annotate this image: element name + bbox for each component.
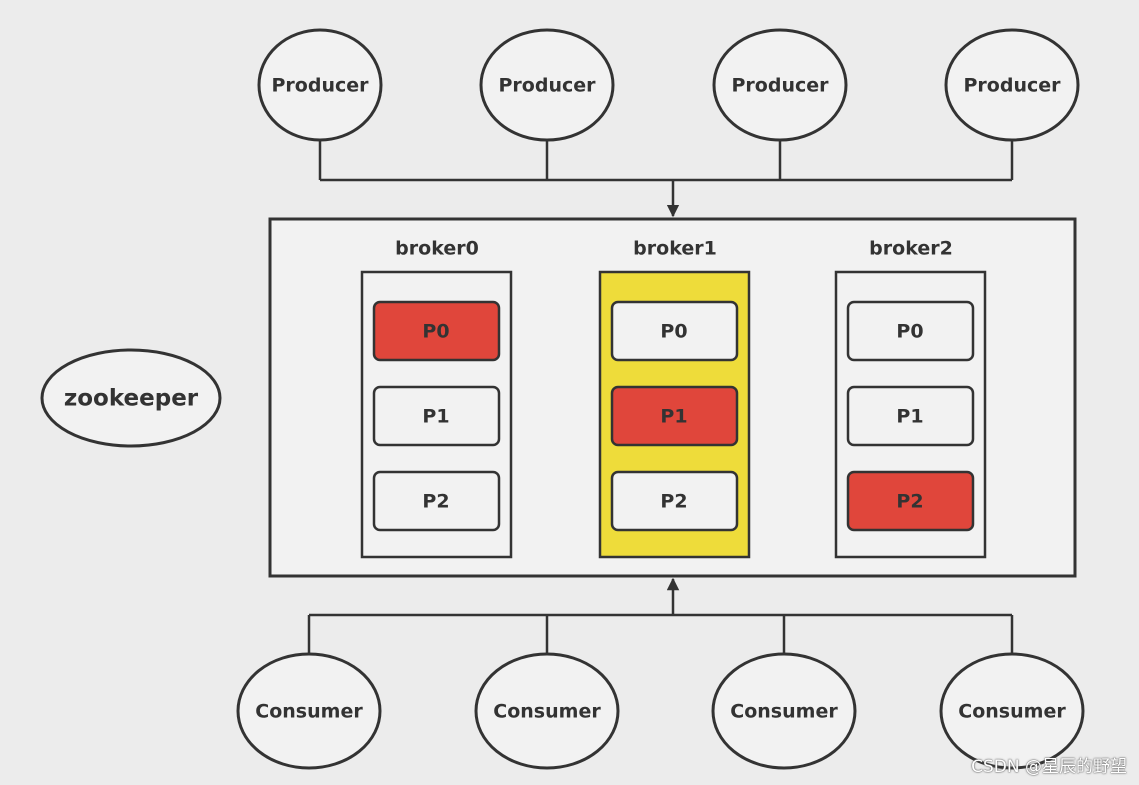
- partition-label: P0: [422, 321, 449, 343]
- svg-text:Consumer: Consumer: [493, 701, 601, 723]
- svg-text:zookeeper: zookeeper: [64, 386, 199, 412]
- partition-p0: P0: [372, 300, 501, 362]
- partition-label: P1: [660, 406, 687, 428]
- kafka-cluster-diagram: Producer Producer Producer Producer zook…: [40, 28, 1085, 770]
- broker-2: broker2 P0 P1 P2: [834, 238, 987, 559]
- partition-label: P2: [660, 491, 687, 513]
- svg-text:Producer: Producer: [272, 75, 370, 97]
- partition-p1: P1: [372, 385, 501, 447]
- partition-label: P1: [896, 406, 923, 428]
- zookeeper-node: zookeeper: [40, 348, 222, 448]
- consumer-node: Consumer: [711, 652, 857, 770]
- consumer-node: Consumer: [939, 652, 1085, 770]
- producer-connectors: [318, 140, 1014, 218]
- svg-text:Consumer: Consumer: [958, 701, 1066, 723]
- partition-p2: P2: [846, 470, 975, 532]
- broker-0: broker0 P0 P1 P2: [360, 238, 513, 559]
- consumer-node: Consumer: [236, 652, 382, 770]
- partition-label: P2: [896, 491, 923, 513]
- broker-label: broker1: [633, 238, 717, 260]
- producer-node: Producer: [257, 28, 383, 142]
- broker-1: broker1 P0 P1 P2: [598, 238, 751, 559]
- partition-label: P0: [660, 321, 687, 343]
- partition-p2: P2: [372, 470, 501, 532]
- svg-text:Producer: Producer: [964, 75, 1062, 97]
- partition-label: P2: [422, 491, 449, 513]
- svg-text:Consumer: Consumer: [255, 701, 363, 723]
- broker-label: broker0: [395, 238, 479, 260]
- producer-node: Producer: [479, 28, 615, 142]
- partition-p1: P1: [846, 385, 975, 447]
- consumer-connectors: [307, 577, 1014, 655]
- consumer-node: Consumer: [474, 652, 620, 770]
- producer-node: Producer: [712, 28, 848, 142]
- partition-label: P0: [896, 321, 923, 343]
- partition-p1: P1: [610, 385, 739, 447]
- watermark: CSDN @星辰的野望: [971, 757, 1127, 777]
- partition-label: P1: [422, 406, 449, 428]
- svg-text:Producer: Producer: [732, 75, 830, 97]
- broker-label: broker2: [869, 238, 953, 260]
- partition-p0: P0: [610, 300, 739, 362]
- svg-text:Consumer: Consumer: [730, 701, 838, 723]
- partition-p2: P2: [610, 470, 739, 532]
- producer-node: Producer: [944, 28, 1080, 142]
- svg-text:Producer: Producer: [499, 75, 597, 97]
- partition-p0: P0: [846, 300, 975, 362]
